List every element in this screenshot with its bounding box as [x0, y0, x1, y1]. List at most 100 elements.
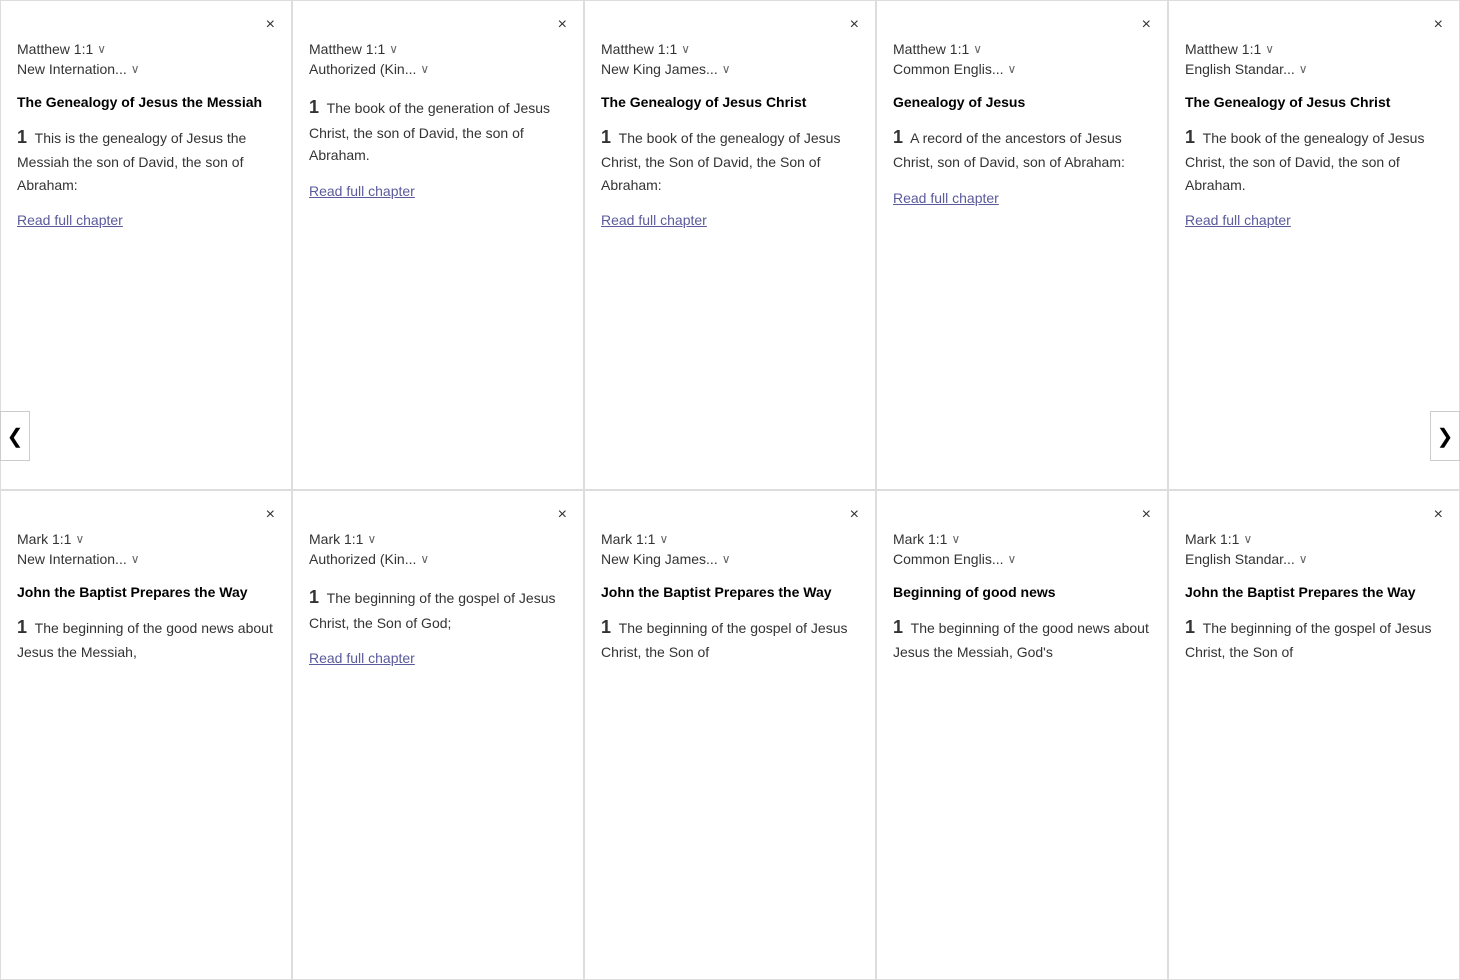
- reference-selector[interactable]: Matthew 1:1 ∨: [309, 41, 567, 57]
- selectors-area: Mark 1:1 ∨ Common Englis... ∨: [893, 531, 1151, 567]
- verse-content: The book of the genealogy of Jesus Chris…: [601, 130, 840, 193]
- close-button[interactable]: ×: [850, 17, 859, 33]
- reference-selector[interactable]: Mark 1:1 ∨: [309, 531, 567, 547]
- version-text: Authorized (Kin...: [309, 61, 416, 77]
- version-selector[interactable]: Common Englis... ∨: [893, 551, 1151, 567]
- verse-text: 1 The beginning of the good news about J…: [17, 613, 275, 664]
- verse-text: 1 The book of the genealogy of Jesus Chr…: [601, 123, 859, 197]
- section-title: John the Baptist Prepares the Way: [601, 583, 859, 603]
- card-r2c3: × Mark 1:1 ∨ New King James... ∨ John the B…: [584, 490, 876, 980]
- reference-selector[interactable]: Mark 1:1 ∨: [893, 531, 1151, 547]
- card-header: ×: [601, 507, 859, 523]
- reference-selector[interactable]: Matthew 1:1 ∨: [893, 41, 1151, 57]
- version-selector[interactable]: Common Englis... ∨: [893, 61, 1151, 77]
- verse-text: 1 The beginning of the gospel of Jesus C…: [309, 583, 567, 634]
- section-title: Beginning of good news: [893, 583, 1151, 603]
- card-r1c5: ×Matthew 1:1 ∨English Standar... ∨The Ge…: [1168, 0, 1460, 490]
- close-button[interactable]: ×: [1434, 507, 1443, 523]
- version-chevron-icon: ∨: [722, 62, 731, 76]
- verse-content: The beginning of the gospel of Jesus Chr…: [1185, 620, 1431, 661]
- version-chevron-icon: ∨: [722, 552, 731, 566]
- close-button[interactable]: ×: [266, 507, 275, 523]
- card-header: ×: [17, 17, 275, 33]
- read-full-chapter-link[interactable]: Read full chapter: [1185, 212, 1291, 228]
- version-selector[interactable]: New King James... ∨: [601, 551, 859, 567]
- version-text: English Standar...: [1185, 61, 1295, 77]
- close-button[interactable]: ×: [1142, 17, 1151, 33]
- verse-number: 1: [309, 587, 319, 607]
- read-full-chapter-link[interactable]: Read full chapter: [309, 650, 415, 666]
- close-button[interactable]: ×: [266, 17, 275, 33]
- section-title: John the Baptist Prepares the Way: [17, 583, 275, 603]
- reference-text: Matthew 1:1: [1185, 41, 1261, 57]
- reference-selector[interactable]: Matthew 1:1 ∨: [17, 41, 275, 57]
- reference-selector[interactable]: Matthew 1:1 ∨: [1185, 41, 1443, 57]
- version-text: Authorized (Kin...: [309, 551, 416, 567]
- bible-grid: ×Matthew 1:1 ∨New Internation... ∨The Ge…: [0, 0, 1460, 980]
- reference-selector[interactable]: Mark 1:1 ∨: [1185, 531, 1443, 547]
- verse-text: 1 A record of the ancestors of Jesus Chr…: [893, 123, 1151, 174]
- reference-text: Mark 1:1: [309, 531, 363, 547]
- version-text: New King James...: [601, 61, 718, 77]
- selectors-area: Matthew 1:1 ∨ Common Englis... ∨: [893, 41, 1151, 77]
- version-selector[interactable]: English Standar... ∨: [1185, 61, 1443, 77]
- reference-chevron-icon: ∨: [367, 532, 376, 546]
- version-text: English Standar...: [1185, 551, 1295, 567]
- card-header: ×: [893, 507, 1151, 523]
- version-selector[interactable]: English Standar... ∨: [1185, 551, 1443, 567]
- reference-text: Matthew 1:1: [17, 41, 93, 57]
- close-button[interactable]: ×: [558, 507, 567, 523]
- verse-number: 1: [601, 127, 611, 147]
- version-selector[interactable]: Authorized (Kin... ∨: [309, 61, 567, 77]
- selectors-area: Mark 1:1 ∨ New King James... ∨: [601, 531, 859, 567]
- next-nav-button[interactable]: ❯: [1430, 411, 1460, 461]
- verse-text: 1 The book of the generation of Jesus Ch…: [309, 93, 567, 167]
- card-r1c1: ×Matthew 1:1 ∨New Internation... ∨The Ge…: [0, 0, 292, 490]
- card-r1c3: ×Matthew 1:1 ∨New King James... ∨The Gen…: [584, 0, 876, 490]
- verse-number: 1: [1185, 127, 1195, 147]
- version-selector[interactable]: New Internation... ∨: [17, 61, 275, 77]
- version-chevron-icon: ∨: [1007, 552, 1016, 566]
- verse-text: 1 The beginning of the gospel of Jesus C…: [1185, 613, 1443, 664]
- version-selector[interactable]: New Internation... ∨: [17, 551, 275, 567]
- card-header: ×: [309, 17, 567, 33]
- version-chevron-icon: ∨: [131, 552, 140, 566]
- selectors-area: Mark 1:1 ∨ Authorized (Kin... ∨: [309, 531, 567, 567]
- verse-number: 1: [893, 127, 903, 147]
- version-selector[interactable]: Authorized (Kin... ∨: [309, 551, 567, 567]
- reference-selector[interactable]: Mark 1:1 ∨: [601, 531, 859, 547]
- card-header: ×: [1185, 17, 1443, 33]
- read-full-chapter-link[interactable]: Read full chapter: [309, 183, 415, 199]
- verse-content: The beginning of the gospel of Jesus Chr…: [601, 620, 847, 661]
- verse-number: 1: [17, 127, 27, 147]
- verse-text: 1 This is the genealogy of Jesus the Mes…: [17, 123, 275, 197]
- version-chevron-icon: ∨: [1299, 552, 1308, 566]
- reference-selector[interactable]: Mark 1:1 ∨: [17, 531, 275, 547]
- close-button[interactable]: ×: [1434, 17, 1443, 33]
- reference-selector[interactable]: Matthew 1:1 ∨: [601, 41, 859, 57]
- read-full-chapter-link[interactable]: Read full chapter: [601, 212, 707, 228]
- verse-text: 1 The beginning of the gospel of Jesus C…: [601, 613, 859, 664]
- card-r1c2: × Matthew 1:1 ∨ Authorized (Kin... ∨ 1 The …: [292, 0, 584, 490]
- card-r2c4: × Mark 1:1 ∨ Common Englis... ∨ Beginning o…: [876, 490, 1168, 980]
- reference-text: Mark 1:1: [17, 531, 71, 547]
- card-header: ×: [601, 17, 859, 33]
- verse-number: 1: [17, 617, 27, 637]
- version-selector[interactable]: New King James... ∨: [601, 61, 859, 77]
- read-full-chapter-link[interactable]: Read full chapter: [893, 190, 999, 206]
- prev-nav-button[interactable]: ❮: [0, 411, 30, 461]
- close-button[interactable]: ×: [850, 507, 859, 523]
- card-header: ×: [1185, 507, 1443, 523]
- verse-content: The beginning of the gospel of Jesus Chr…: [309, 590, 555, 631]
- section-title: John the Baptist Prepares the Way: [1185, 583, 1443, 603]
- reference-text: Matthew 1:1: [309, 41, 385, 57]
- close-button[interactable]: ×: [1142, 507, 1151, 523]
- reference-chevron-icon: ∨: [659, 532, 668, 546]
- card-header: ×: [893, 17, 1151, 33]
- read-full-chapter-link[interactable]: Read full chapter: [17, 212, 123, 228]
- verse-content: The beginning of the good news about Jes…: [17, 620, 273, 661]
- selectors-area: Mark 1:1 ∨New Internation... ∨: [17, 531, 275, 567]
- verse-text: 1 The beginning of the good news about J…: [893, 613, 1151, 664]
- verse-content: The beginning of the good news about Jes…: [893, 620, 1149, 661]
- close-button[interactable]: ×: [558, 17, 567, 33]
